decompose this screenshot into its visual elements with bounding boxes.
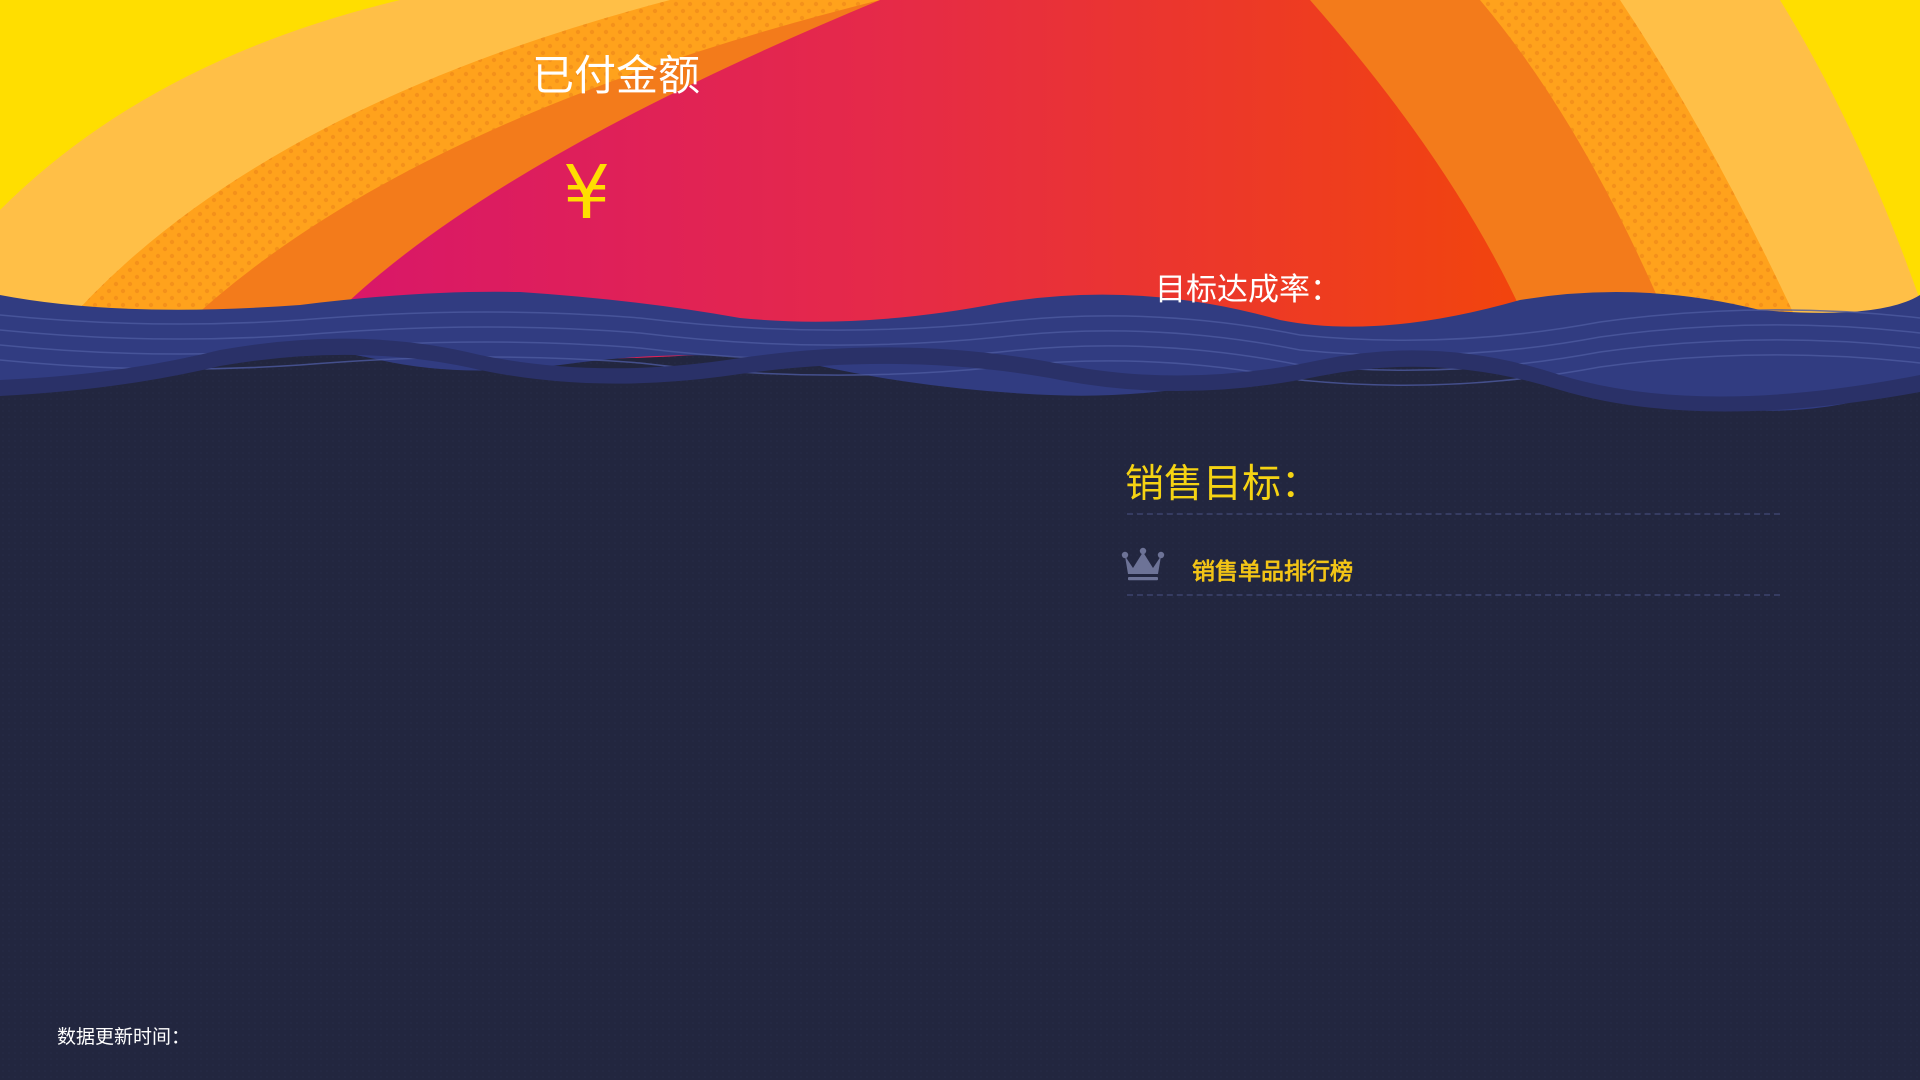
currency-symbol: ¥ <box>563 150 611 236</box>
paid-amount-title: 已付金额 <box>532 51 701 100</box>
sales-target-label: 销售目标： <box>1125 462 1321 507</box>
sales-ranking-title: 销售单品排行榜 <box>1192 559 1353 585</box>
data-update-time-label: 数据更新时间： <box>57 1026 191 1048</box>
divider <box>1127 594 1780 596</box>
divider <box>1127 513 1780 515</box>
background-art <box>0 0 1920 1080</box>
crown-icon <box>1121 547 1165 581</box>
target-rate-label: 目标达成率： <box>1155 272 1341 308</box>
